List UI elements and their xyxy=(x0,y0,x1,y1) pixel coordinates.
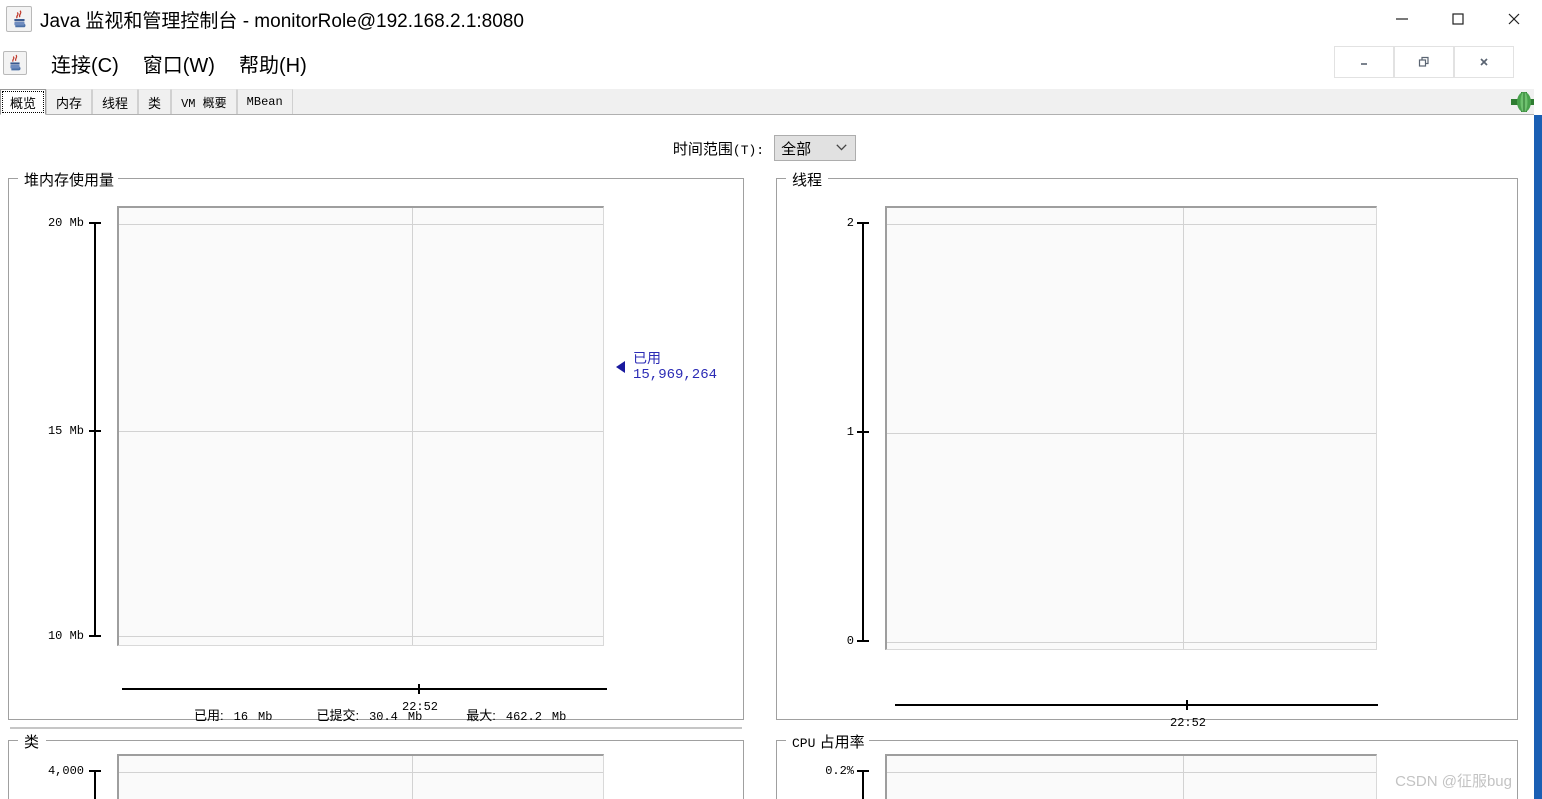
mdi-restore-icon xyxy=(1418,56,1429,67)
jconsole-window: Java 监视和管理控制台 - monitorRole@192.168.2.1:… xyxy=(0,0,1542,799)
heap-legend-name: 已用 xyxy=(633,350,661,366)
classes-y-tick-label-0: 4,000 xyxy=(47,764,84,778)
heap-stat-committed-value: 30.4 xyxy=(369,710,398,724)
panel-classes-title: 类 xyxy=(20,731,44,752)
time-range-select[interactable]: 全部 xyxy=(774,135,857,161)
overview-content: 时间范围(T): 全部 堆内存使用量 20 Mb 15 Mb 10 Mb 已用 … xyxy=(0,115,1529,799)
heap-stat-max-value: 462.2 xyxy=(505,710,542,724)
window-maximize-button[interactable] xyxy=(1430,0,1486,38)
tab-memory[interactable]: 内存 xyxy=(46,89,93,114)
time-range-label-text: 时间范围 xyxy=(672,140,733,158)
heap-stat-used: 已用: 16 Mb xyxy=(194,705,272,724)
heap-stat-committed: 已提交: 30.4 Mb xyxy=(316,705,422,724)
panel-cpu-title-mono: CPU xyxy=(792,736,816,751)
minimize-icon xyxy=(1396,18,1408,20)
time-range-value: 全部 xyxy=(781,140,812,158)
mdi-window-controls xyxy=(1334,46,1514,78)
heap-stat-used-value: 16 xyxy=(233,710,249,724)
menu-item-help[interactable]: 帮助(H) xyxy=(227,47,319,80)
classes-plot[interactable] xyxy=(117,754,604,799)
mdi-close-icon xyxy=(1480,58,1488,66)
heap-stats-divider xyxy=(10,727,742,729)
window-right-accent-bar xyxy=(1534,0,1542,799)
time-range-label: 时间范围(T): xyxy=(673,138,764,159)
window-title: Java 监视和管理控制台 - monitorRole@192.168.2.1:… xyxy=(40,10,524,32)
window-controls xyxy=(1374,0,1542,38)
mdi-restore-button[interactable] xyxy=(1394,46,1454,78)
mdi-close-button[interactable] xyxy=(1454,46,1514,78)
heap-stat-max-unit: Mb xyxy=(551,710,567,724)
heap-stats-row: 已用: 16 Mb 已提交: 30.4 Mb 最大: 462.2 Mb xyxy=(194,705,610,724)
window-titlebar: Java 监视和管理控制台 - monitorRole@192.168.2.1:… xyxy=(0,0,1542,38)
tab-classes[interactable]: 类 xyxy=(138,89,172,114)
heap-stat-max-label: 最大: xyxy=(466,708,496,723)
heap-stat-committed-unit: Mb xyxy=(407,710,423,724)
heap-y-tick-label-2: 10 Mb xyxy=(47,629,84,643)
menu-item-connect[interactable]: 连接(C) xyxy=(39,47,131,80)
mdi-minimize-icon xyxy=(1361,63,1367,65)
tab-vm-summary[interactable]: VM 概要 xyxy=(171,89,237,114)
cpu-y-tick-label-0: 0.2% xyxy=(825,764,854,778)
chevron-down-icon xyxy=(836,144,847,151)
heap-y-tick-label-1: 15 Mb xyxy=(47,424,84,438)
panel-threads: 线程 2 1 0 22:52 xyxy=(776,169,1518,730)
time-range-row: 时间范围(T): 全部 xyxy=(0,135,1529,161)
heap-y-tick-label-0: 20 Mb xyxy=(47,216,84,230)
panel-heap-memory: 堆内存使用量 20 Mb 15 Mb 10 Mb 已用 15,969,264 2… xyxy=(8,169,744,729)
cpu-plot[interactable] xyxy=(885,754,1377,799)
menu-item-window[interactable]: 窗口(W) xyxy=(131,47,227,80)
heap-stat-used-label: 已用: xyxy=(194,708,224,723)
java-cup-small-icon xyxy=(10,54,21,71)
heap-memory-plot[interactable] xyxy=(117,206,604,646)
mdi-minimize-button[interactable] xyxy=(1334,46,1394,78)
time-range-mnemonic: (T): xyxy=(732,142,765,158)
watermark: CSDN @征服bug xyxy=(1395,773,1512,790)
tab-strip: 概览 内存 线程 类 VM 概要 MBean xyxy=(0,89,1542,115)
java-app-icon xyxy=(6,6,32,32)
heap-legend-marker-icon xyxy=(616,361,625,374)
heap-stat-committed-label: 已提交: xyxy=(316,708,360,723)
tab-threads[interactable]: 线程 xyxy=(92,89,139,114)
threads-y-tick-label-1: 1 xyxy=(846,425,854,439)
close-icon xyxy=(1508,13,1520,25)
maximize-icon xyxy=(1452,13,1464,25)
heap-legend-value: 15,969,264 xyxy=(633,367,718,384)
panel-cpu-title-rest: 占用率 xyxy=(815,734,865,751)
threads-y-tick-label-0: 2 xyxy=(846,216,854,230)
panel-classes: 类 4,000 xyxy=(8,731,744,799)
heap-stat-max: 最大: 462.2 Mb xyxy=(466,705,566,724)
panel-heap-memory-title: 堆内存使用量 xyxy=(20,169,119,190)
menu-bar: 连接(C) 窗口(W) 帮助(H) xyxy=(0,38,1542,88)
window-minimize-button[interactable] xyxy=(1374,0,1430,38)
threads-y-tick-label-2: 0 xyxy=(846,634,854,648)
window-right-accent-bar-top-mask xyxy=(1534,0,1542,115)
threads-plot[interactable] xyxy=(885,206,1377,650)
heap-legend: 已用 15,969,264 xyxy=(616,350,717,384)
tab-mbean[interactable]: MBean xyxy=(236,89,293,114)
panel-threads-title: 线程 xyxy=(788,169,827,190)
panel-cpu-title: CPU 占用率 xyxy=(788,731,869,752)
threads-x-tick-label-0: 22:52 xyxy=(1169,716,1207,730)
java-cup-icon xyxy=(14,10,26,28)
heap-stat-used-unit: Mb xyxy=(258,710,273,724)
tab-overview[interactable]: 概览 xyxy=(0,89,47,115)
mdi-java-icon xyxy=(3,51,27,75)
